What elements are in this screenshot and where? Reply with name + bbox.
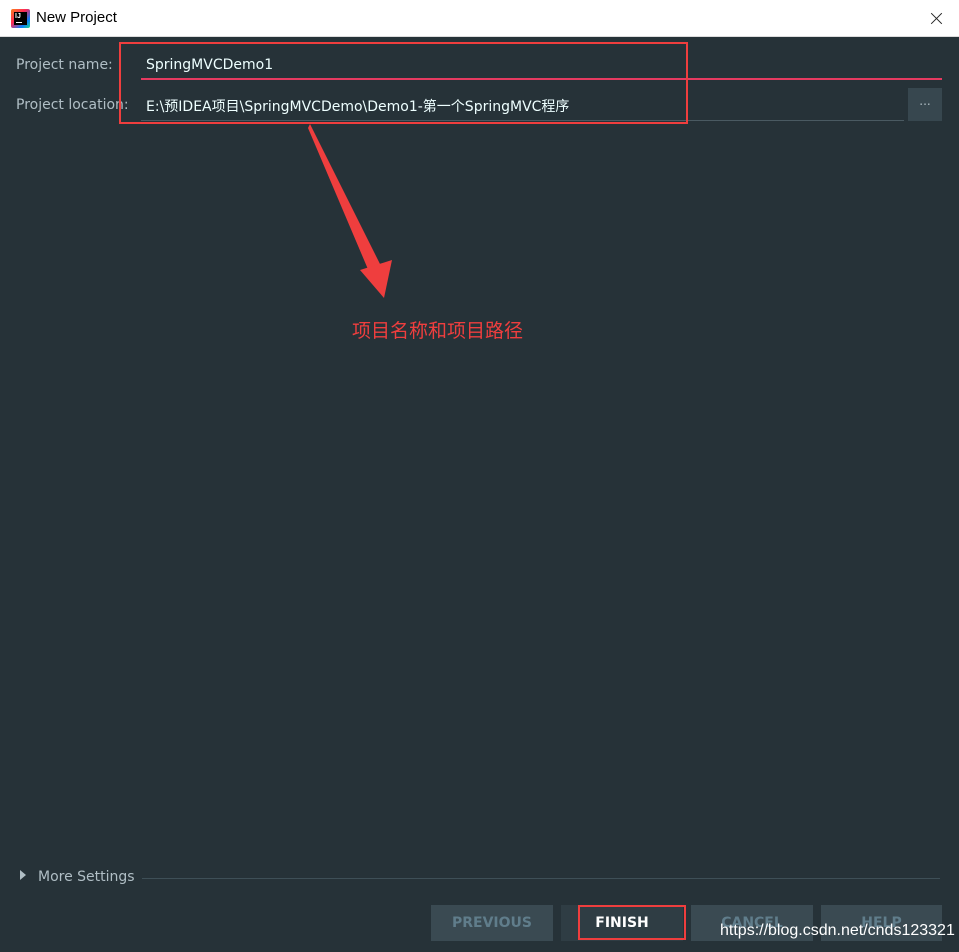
highlight-box-fields — [119, 42, 688, 124]
settings-separator — [142, 878, 940, 879]
project-name-label: Project name: — [16, 57, 113, 73]
app-icon-text: IJ — [15, 13, 21, 20]
window-title: New Project — [36, 9, 117, 26]
more-settings-toggle[interactable]: More Settings — [20, 869, 135, 885]
browse-button[interactable]: ... — [908, 88, 942, 121]
more-settings-label: More Settings — [38, 869, 135, 885]
annotation-arrow-icon — [308, 124, 392, 298]
project-location-label: Project location: — [16, 97, 129, 113]
highlight-box-finish — [578, 905, 686, 940]
title-bar: IJ New Project — [0, 0, 959, 37]
watermark-text: https://blog.csdn.net/cnds123321 — [720, 922, 955, 939]
close-icon[interactable] — [913, 0, 959, 37]
expand-triangle-icon — [20, 870, 26, 880]
annotation-text: 项目名称和项目路径 — [352, 320, 524, 342]
intellij-idea-icon: IJ — [11, 9, 30, 28]
previous-button[interactable]: PREVIOUS — [431, 905, 553, 941]
